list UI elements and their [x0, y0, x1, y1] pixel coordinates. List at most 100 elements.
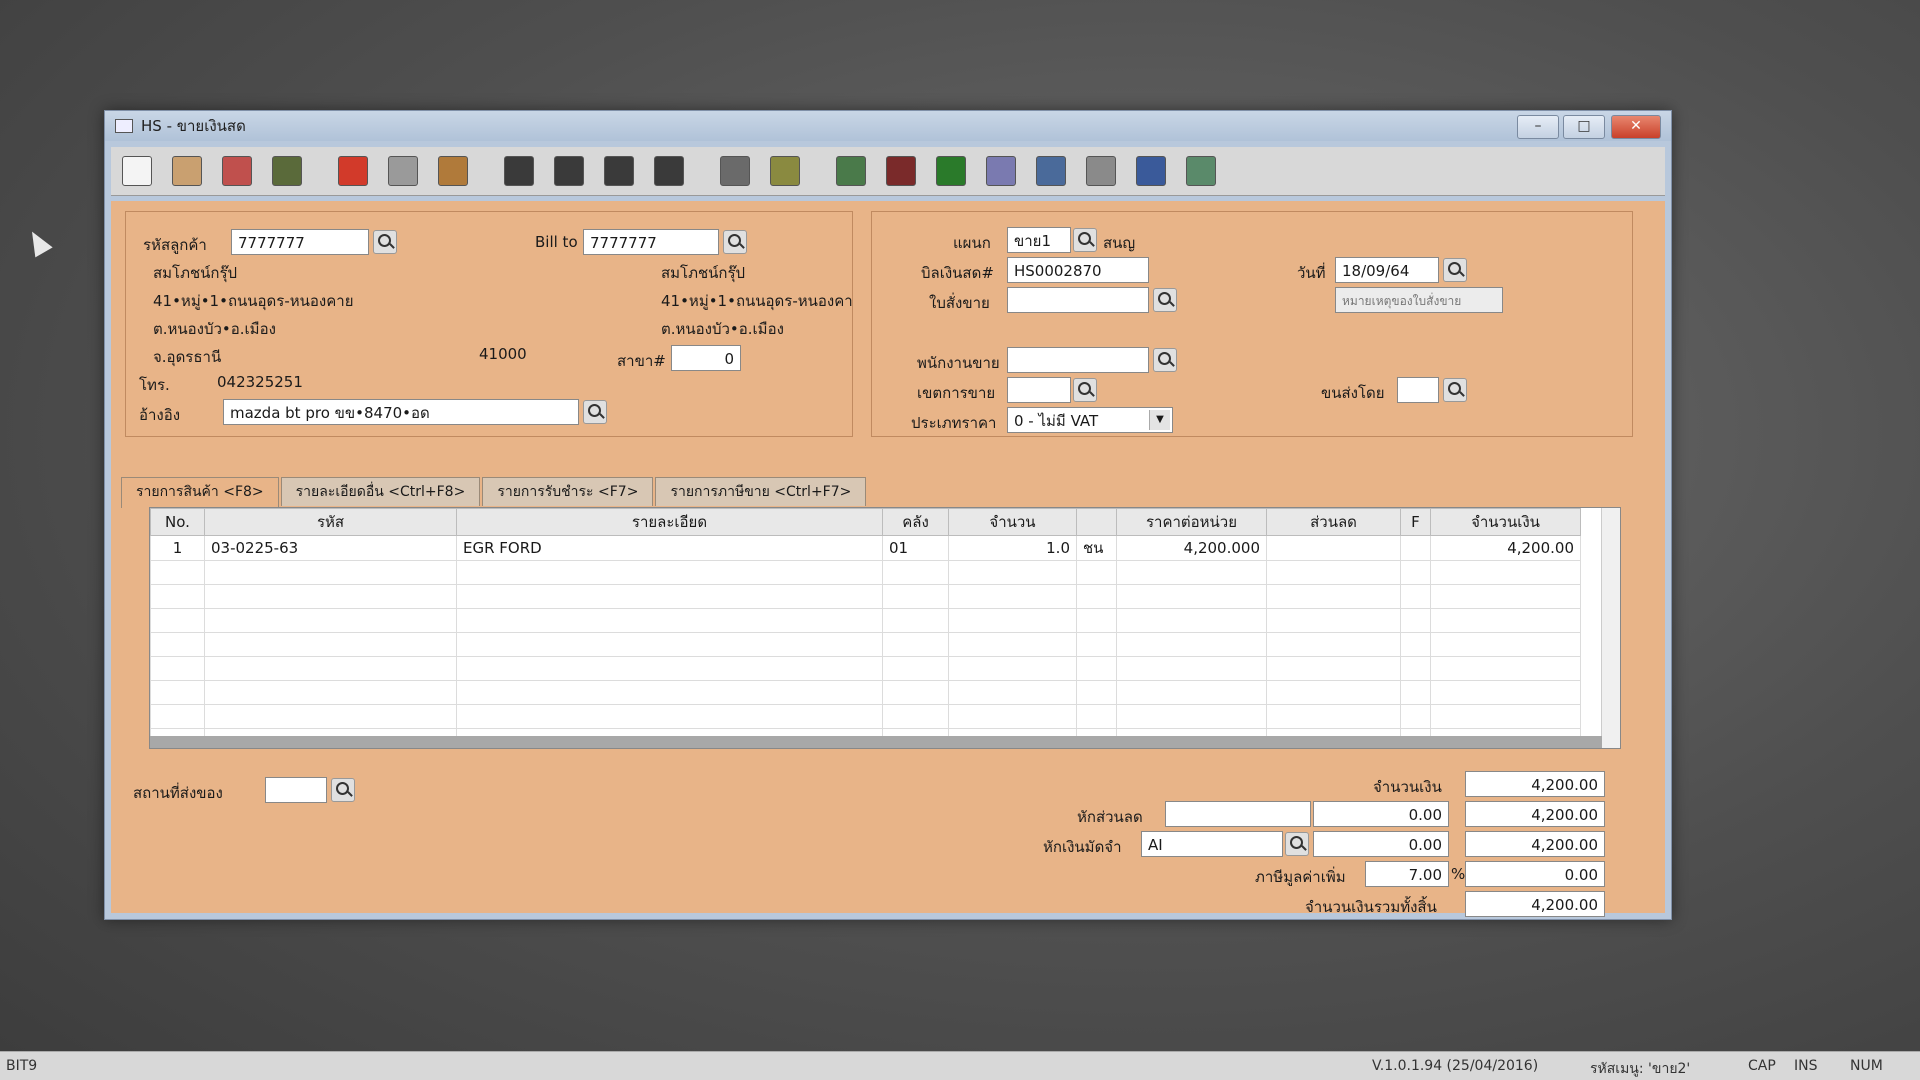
table-cell[interactable]: [1400, 608, 1431, 633]
billto-search-icon[interactable]: [723, 230, 747, 254]
table-cell[interactable]: [1430, 632, 1581, 657]
table-cell[interactable]: [948, 656, 1077, 681]
table-cell[interactable]: [456, 656, 883, 681]
tab-3[interactable]: รายการภาษีขาย <Ctrl+F7>: [655, 477, 867, 506]
discount-amount-field[interactable]: 0.00: [1313, 801, 1449, 827]
minimize-button[interactable]: –: [1517, 115, 1559, 139]
delivery-place-search-icon[interactable]: [331, 778, 355, 802]
table-cell[interactable]: [456, 632, 883, 657]
void-button[interactable]: [217, 151, 257, 191]
table-cell[interactable]: [1076, 680, 1117, 705]
table-cell[interactable]: [1116, 656, 1267, 681]
table-cell[interactable]: [1116, 608, 1267, 633]
table-cell[interactable]: [882, 632, 949, 657]
tab-1[interactable]: รายละเอียดอื่น <Ctrl+F8>: [280, 477, 481, 506]
sales-order-field[interactable]: [1007, 287, 1149, 313]
table-cell[interactable]: [456, 680, 883, 705]
table-cell[interactable]: [150, 632, 205, 657]
table-cell[interactable]: [1076, 560, 1117, 585]
table-cell[interactable]: [1116, 632, 1267, 657]
table-cell[interactable]: [1116, 560, 1267, 585]
table-cell[interactable]: 4,200.00: [1430, 535, 1581, 561]
table-cell[interactable]: [1430, 704, 1581, 729]
table-cell[interactable]: [948, 680, 1077, 705]
column-header[interactable]: จำนวนเงิน: [1430, 508, 1581, 536]
transfer-button[interactable]: [1181, 151, 1221, 191]
table-cell[interactable]: [1266, 608, 1401, 633]
table-cell[interactable]: [882, 680, 949, 705]
table-row[interactable]: [150, 632, 1581, 657]
maximize-button[interactable]: □: [1563, 115, 1605, 139]
first-record-button[interactable]: [499, 151, 539, 191]
sales-area-search-icon[interactable]: [1073, 378, 1097, 402]
table-cell[interactable]: [150, 656, 205, 681]
trash-button[interactable]: [267, 151, 307, 191]
salesperson-field[interactable]: [1007, 347, 1149, 373]
table-cell[interactable]: 1.0: [948, 535, 1077, 561]
table-cell[interactable]: [948, 560, 1077, 585]
table-cell[interactable]: [1076, 704, 1117, 729]
ok-button[interactable]: [1131, 151, 1171, 191]
column-header[interactable]: รหัส: [204, 508, 457, 536]
table-cell[interactable]: 01: [882, 535, 949, 561]
table-cell[interactable]: [1266, 704, 1401, 729]
billto-code-field[interactable]: 7777777: [583, 229, 719, 255]
table-cell[interactable]: [1400, 535, 1431, 561]
calendar-icon[interactable]: [1443, 258, 1467, 282]
customer-code-field[interactable]: 7777777: [231, 229, 369, 255]
table-row[interactable]: [150, 680, 1581, 705]
deposit-code-field[interactable]: AI: [1141, 831, 1283, 857]
table-cell[interactable]: [1266, 680, 1401, 705]
table-row[interactable]: [150, 704, 1581, 729]
table-row[interactable]: [150, 560, 1581, 585]
table-cell[interactable]: [948, 584, 1077, 609]
table-cell[interactable]: 4,200.000: [1116, 535, 1267, 561]
table-cell[interactable]: [1400, 584, 1431, 609]
reference-search-icon[interactable]: [583, 400, 607, 424]
grid-vertical-scrollbar[interactable]: [1601, 508, 1620, 748]
deposit-amount-field[interactable]: 0.00: [1313, 831, 1449, 857]
table-cell[interactable]: [456, 608, 883, 633]
table-cell[interactable]: [204, 584, 457, 609]
column-header[interactable]: ราคาต่อหน่วย: [1116, 508, 1267, 536]
column-header[interactable]: คลัง: [882, 508, 949, 536]
reference-field[interactable]: mazda bt pro ขข•8470•อด: [223, 399, 579, 425]
table-cell[interactable]: EGR FORD: [456, 535, 883, 561]
bill-number-field[interactable]: HS0002870: [1007, 257, 1149, 283]
table-cell[interactable]: [204, 560, 457, 585]
doc-list-button[interactable]: [981, 151, 1021, 191]
table-cell[interactable]: [204, 656, 457, 681]
tab-2[interactable]: รายการรับชำระ <F7>: [482, 477, 654, 506]
table-cell[interactable]: 1: [150, 535, 205, 561]
table-cell[interactable]: [1116, 584, 1267, 609]
table-cell[interactable]: [150, 680, 205, 705]
table-cell[interactable]: [882, 656, 949, 681]
column-header[interactable]: รายละเอียด: [456, 508, 883, 536]
delivery-place-field[interactable]: [265, 777, 327, 803]
table-cell[interactable]: [1430, 656, 1581, 681]
branch-field[interactable]: 0: [671, 345, 741, 371]
table-cell[interactable]: [1400, 632, 1431, 657]
last-record-button[interactable]: [649, 151, 689, 191]
cancel-button[interactable]: [333, 151, 373, 191]
table-row[interactable]: [150, 656, 1581, 681]
copy-button[interactable]: [433, 151, 473, 191]
table-cell[interactable]: [204, 608, 457, 633]
ok-tools-button[interactable]: [1081, 151, 1121, 191]
grid-horizontal-scrollbar[interactable]: [150, 736, 1602, 748]
table-cell[interactable]: [456, 560, 883, 585]
table-cell[interactable]: ชน: [1076, 535, 1117, 561]
items-grid[interactable]: No. รหัส รายละเอียด คลัง จำนวน ราคาต่อหน่วย ส่…: [149, 507, 1621, 749]
table-cell[interactable]: [1400, 704, 1431, 729]
table-cell[interactable]: [456, 704, 883, 729]
chevron-down-icon[interactable]: ▼: [1149, 410, 1170, 430]
price-type-select[interactable]: 0 - ไม่มี VAT ▼: [1007, 407, 1173, 433]
sales-area-field[interactable]: [1007, 377, 1071, 403]
print-button[interactable]: [765, 151, 805, 191]
table-cell[interactable]: [882, 560, 949, 585]
vat-rate-field[interactable]: 7.00: [1365, 861, 1449, 887]
table-cell[interactable]: [150, 584, 205, 609]
table-row[interactable]: 1 03-0225-63 EGR FORD 01 1.0 ชน 4,200.000 4,200…: [150, 535, 1581, 561]
column-header[interactable]: No.: [150, 508, 205, 536]
tab-0[interactable]: รายการสินค้า <F8>: [121, 477, 279, 508]
